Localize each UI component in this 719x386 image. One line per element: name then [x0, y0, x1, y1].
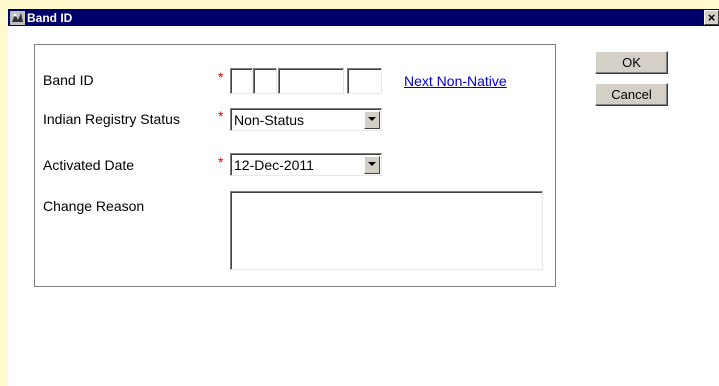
registry-status-dropdown-button[interactable] [364, 110, 380, 129]
registry-status-required-mark: * [218, 108, 224, 124]
left-background-strip [0, 0, 8, 386]
ok-button[interactable]: OK [595, 51, 668, 74]
band-id-segment-4[interactable] [347, 68, 382, 94]
close-button[interactable]: × [704, 10, 719, 25]
form-panel: Band ID * Next Non-Native Indian Registr… [34, 44, 556, 287]
app-icon [9, 10, 25, 25]
band-id-segment-1[interactable] [230, 68, 253, 94]
activated-date-value: 12-Dec-2011 [234, 156, 314, 173]
registry-status-select[interactable]: Non-Status [230, 108, 382, 131]
change-reason-label: Change Reason [43, 198, 145, 214]
window-title: Band ID [27, 10, 73, 25]
band-id-label: Band ID [43, 72, 94, 88]
activated-date-dropdown-button[interactable] [364, 155, 380, 174]
chevron-down-icon [368, 162, 376, 166]
activated-date-label: Activated Date [43, 157, 135, 173]
registry-status-label: Indian Registry Status [43, 111, 180, 127]
band-id-segment-2[interactable] [253, 68, 277, 94]
registry-status-value: Non-Status [234, 111, 305, 128]
chevron-down-icon [368, 117, 376, 121]
close-icon: × [707, 10, 716, 25]
band-id-segment-3[interactable] [278, 68, 344, 94]
change-reason-textarea[interactable] [230, 191, 543, 270]
band-id-required-mark: * [218, 69, 224, 85]
next-non-native-link[interactable]: Next Non-Native [404, 73, 507, 89]
activated-date-required-mark: * [218, 154, 224, 170]
top-background-strip [0, 0, 719, 9]
window-titlebar: Band ID × [8, 9, 719, 26]
cancel-button[interactable]: Cancel [595, 83, 668, 106]
activated-date-picker[interactable]: 12-Dec-2011 [230, 153, 382, 176]
